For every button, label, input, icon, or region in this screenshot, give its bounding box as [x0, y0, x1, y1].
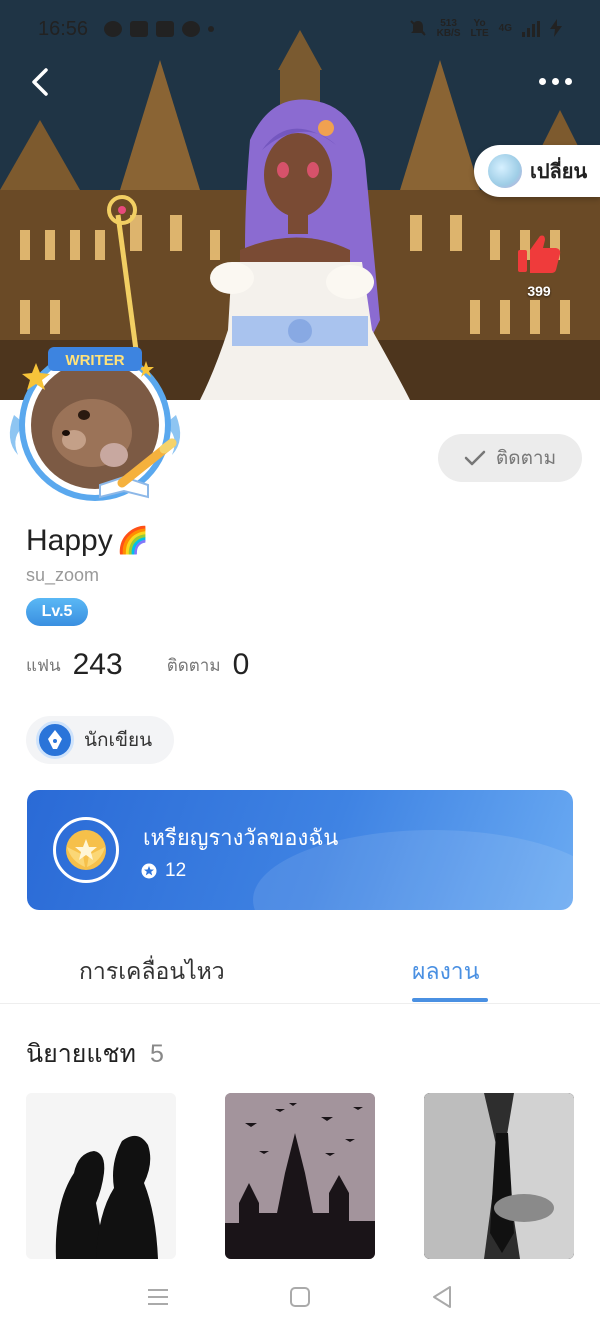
signal-label: 4G — [498, 23, 512, 34]
net-type-bottom: LTE — [470, 28, 489, 39]
profile-tabs: การเคลื่อนไหว ผลงาน — [0, 940, 600, 1004]
fans-count: 243 — [72, 648, 123, 681]
more-options-button[interactable] — [532, 66, 578, 96]
more-dots-icon — [538, 77, 546, 85]
chat-novels-heading: นิยายแชท 5 — [26, 1034, 164, 1074]
work-cover-tie[interactable] — [424, 1093, 574, 1259]
square-home-icon — [290, 1287, 310, 1307]
recents-button[interactable] — [145, 1284, 171, 1310]
medal-star-icon — [141, 863, 157, 879]
my-medals-card[interactable]: เหรียญรางวัลของฉัน 12 — [27, 790, 573, 910]
line-chat-icon — [182, 21, 201, 37]
chat-novels-count: 5 — [150, 1040, 164, 1068]
follow-button[interactable]: ติดตาม — [438, 434, 582, 482]
follow-label: ติดตาม — [495, 448, 557, 469]
profile-cover: 16:56 513 KB/S Yo LTE 4G เปลี่ยน 399 — [0, 0, 600, 400]
avatar[interactable]: WRITER — [4, 345, 186, 515]
app-icon — [156, 21, 175, 37]
change-cover-button[interactable]: เปลี่ยน — [474, 145, 600, 197]
writer-role-label: นักเขียน — [84, 730, 153, 751]
following-stat[interactable]: ติดตาม 0 — [167, 648, 250, 682]
following-count: 0 — [232, 648, 250, 681]
fans-stat[interactable]: แฟน 243 — [26, 648, 123, 682]
charging-icon — [550, 18, 562, 40]
notification-dot-icon — [208, 26, 215, 32]
tab-works[interactable]: ผลงาน — [412, 954, 479, 990]
username: su_zoom — [26, 565, 100, 585]
display-name: Happy 🌈 — [26, 524, 149, 558]
tab-activity[interactable]: การเคลื่อนไหว — [79, 954, 225, 990]
like-count: 399 — [527, 283, 551, 299]
check-icon — [464, 450, 486, 466]
medal-card-title: เหรียญรางวัลของฉัน — [143, 825, 339, 850]
signal-bars-icon — [522, 21, 540, 37]
menu-lines-icon — [148, 1289, 168, 1305]
status-time: 16:56 — [38, 17, 89, 40]
net-type: Yo LTE — [471, 19, 489, 39]
chat-novels-title: นิยายแชท — [26, 1040, 136, 1068]
person-icon — [104, 21, 123, 37]
net-speed-unit: KB/S — [436, 28, 461, 39]
medal-icon — [53, 817, 119, 883]
medal-count: 12 — [141, 860, 186, 882]
medal-count-value: 12 — [165, 860, 187, 881]
back-button[interactable] — [22, 64, 58, 100]
net-speed: 513 KB/S — [437, 19, 461, 39]
avatar-frame-label: WRITER — [65, 352, 124, 369]
level-badge: Lv.5 — [26, 598, 88, 626]
fans-label: แฟน — [26, 655, 61, 675]
youtube-icon — [130, 21, 149, 37]
cover-illustration — [0, 0, 600, 400]
triangle-back-icon — [433, 1286, 451, 1308]
system-nav-bar — [0, 1260, 600, 1333]
character-thumbnail-icon — [488, 154, 522, 188]
like-button[interactable]: 399 — [514, 232, 564, 299]
status-bar: 16:56 513 KB/S Yo LTE 4G — [0, 0, 600, 58]
active-tab-indicator — [412, 998, 488, 1002]
change-cover-label: เปลี่ยน — [530, 161, 588, 183]
following-label: ติดตาม — [166, 655, 221, 675]
writer-role-chip[interactable]: นักเขียน — [26, 716, 174, 764]
profile-stats: แฟน 243 ติดตาม 0 — [26, 648, 249, 682]
writer-avatar-frame: WRITER — [9, 347, 181, 501]
chevron-left-icon — [32, 68, 48, 96]
home-button[interactable] — [287, 1284, 313, 1310]
system-back-button[interactable] — [429, 1284, 455, 1310]
works-list — [0, 1093, 600, 1259]
work-cover-kiss[interactable] — [26, 1093, 176, 1259]
pen-nib-icon — [36, 721, 74, 759]
rainbow-emoji: 🌈 — [116, 526, 150, 556]
work-cover-castle[interactable] — [225, 1093, 375, 1259]
display-name-text: Happy — [26, 524, 113, 557]
mute-bell-icon — [409, 19, 427, 40]
thumbs-up-icon — [518, 235, 561, 273]
